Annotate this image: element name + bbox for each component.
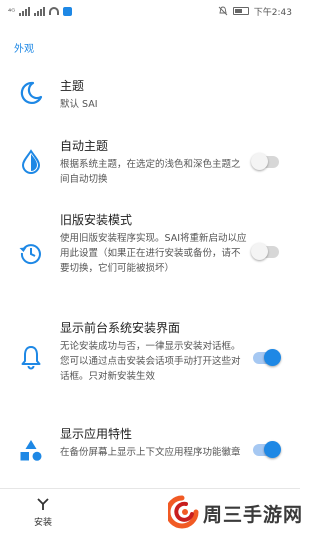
setting-theme[interactable]: 主题 默认 SAI xyxy=(0,76,300,120)
mute-icon xyxy=(218,6,228,16)
moon-icon xyxy=(18,80,44,106)
setting-summary: 根据系统主题，在选定的浅色和深色主题之间自动切换 xyxy=(60,159,241,185)
status-time: 下午2:43 xyxy=(253,7,292,18)
setting-title: 旧版安装模式 xyxy=(60,213,133,227)
setting-title: 显示应用特性 xyxy=(60,427,133,441)
setting-summary: 无论安装成功与否，一律显示安装对话框。您可以通过点击安装会话项手动打开这些对话框… xyxy=(60,341,241,382)
setting-legacy-install[interactable]: 旧版安装模式 使用旧版安装程序实现。SAI将重新启动以应用此设置（如果正在进行安… xyxy=(0,212,300,294)
setting-title: 主题 xyxy=(60,79,85,93)
legacy-install-switch[interactable] xyxy=(251,243,279,260)
water-drop-icon xyxy=(18,149,44,175)
switch-knob xyxy=(264,349,281,366)
history-icon xyxy=(18,240,44,266)
auto-theme-switch[interactable] xyxy=(251,153,279,170)
section-title-appearance: 外观 xyxy=(14,44,34,55)
shapes-icon xyxy=(18,438,44,464)
signal-2-icon xyxy=(34,6,46,16)
nav-item-install[interactable]: 安装 xyxy=(22,495,64,528)
switch-knob xyxy=(264,441,281,458)
setting-show-app-features[interactable]: 显示应用特性 在备份屏幕上显示上下文应用程序功能徽章 xyxy=(0,426,300,478)
show-app-features-switch[interactable] xyxy=(253,441,281,458)
setting-summary: 默认 SAI xyxy=(60,99,98,110)
switch-knob xyxy=(251,243,268,260)
setting-title: 显示前台系统安装界面 xyxy=(60,321,181,335)
status-bar: ⁴ᴳ 下午2:43 xyxy=(0,0,300,22)
install-icon xyxy=(37,498,49,510)
watermark-logo: 周三手游网 xyxy=(168,492,304,532)
signal-icon xyxy=(19,6,31,16)
watermark-text: 周三手游网 xyxy=(203,504,304,526)
switch-knob xyxy=(251,153,268,170)
network-type-label: ⁴ᴳ xyxy=(8,6,16,16)
setting-summary: 在备份屏幕上显示上下文应用程序功能徽章 xyxy=(60,447,241,458)
nav-item-label: 安装 xyxy=(33,518,52,528)
setting-title: 自动主题 xyxy=(60,139,109,153)
battery-icon xyxy=(232,7,249,15)
wifi-icon xyxy=(49,7,60,15)
notification-app-icon xyxy=(63,6,73,16)
setting-show-install-dialog[interactable]: 显示前台系统安装界面 无论安装成功与否，一律显示安装对话框。您可以通过点击安装会… xyxy=(0,320,300,402)
show-install-dialog-switch[interactable] xyxy=(253,349,281,366)
bell-icon xyxy=(18,344,44,370)
setting-summary: 使用旧版安装程序实现。SAI将重新启动以应用此设置（如果正在进行安装或备份，请不… xyxy=(60,233,247,274)
setting-auto-theme[interactable]: 自动主题 根据系统主题，在选定的浅色和深色主题之间自动切换 xyxy=(0,138,300,190)
